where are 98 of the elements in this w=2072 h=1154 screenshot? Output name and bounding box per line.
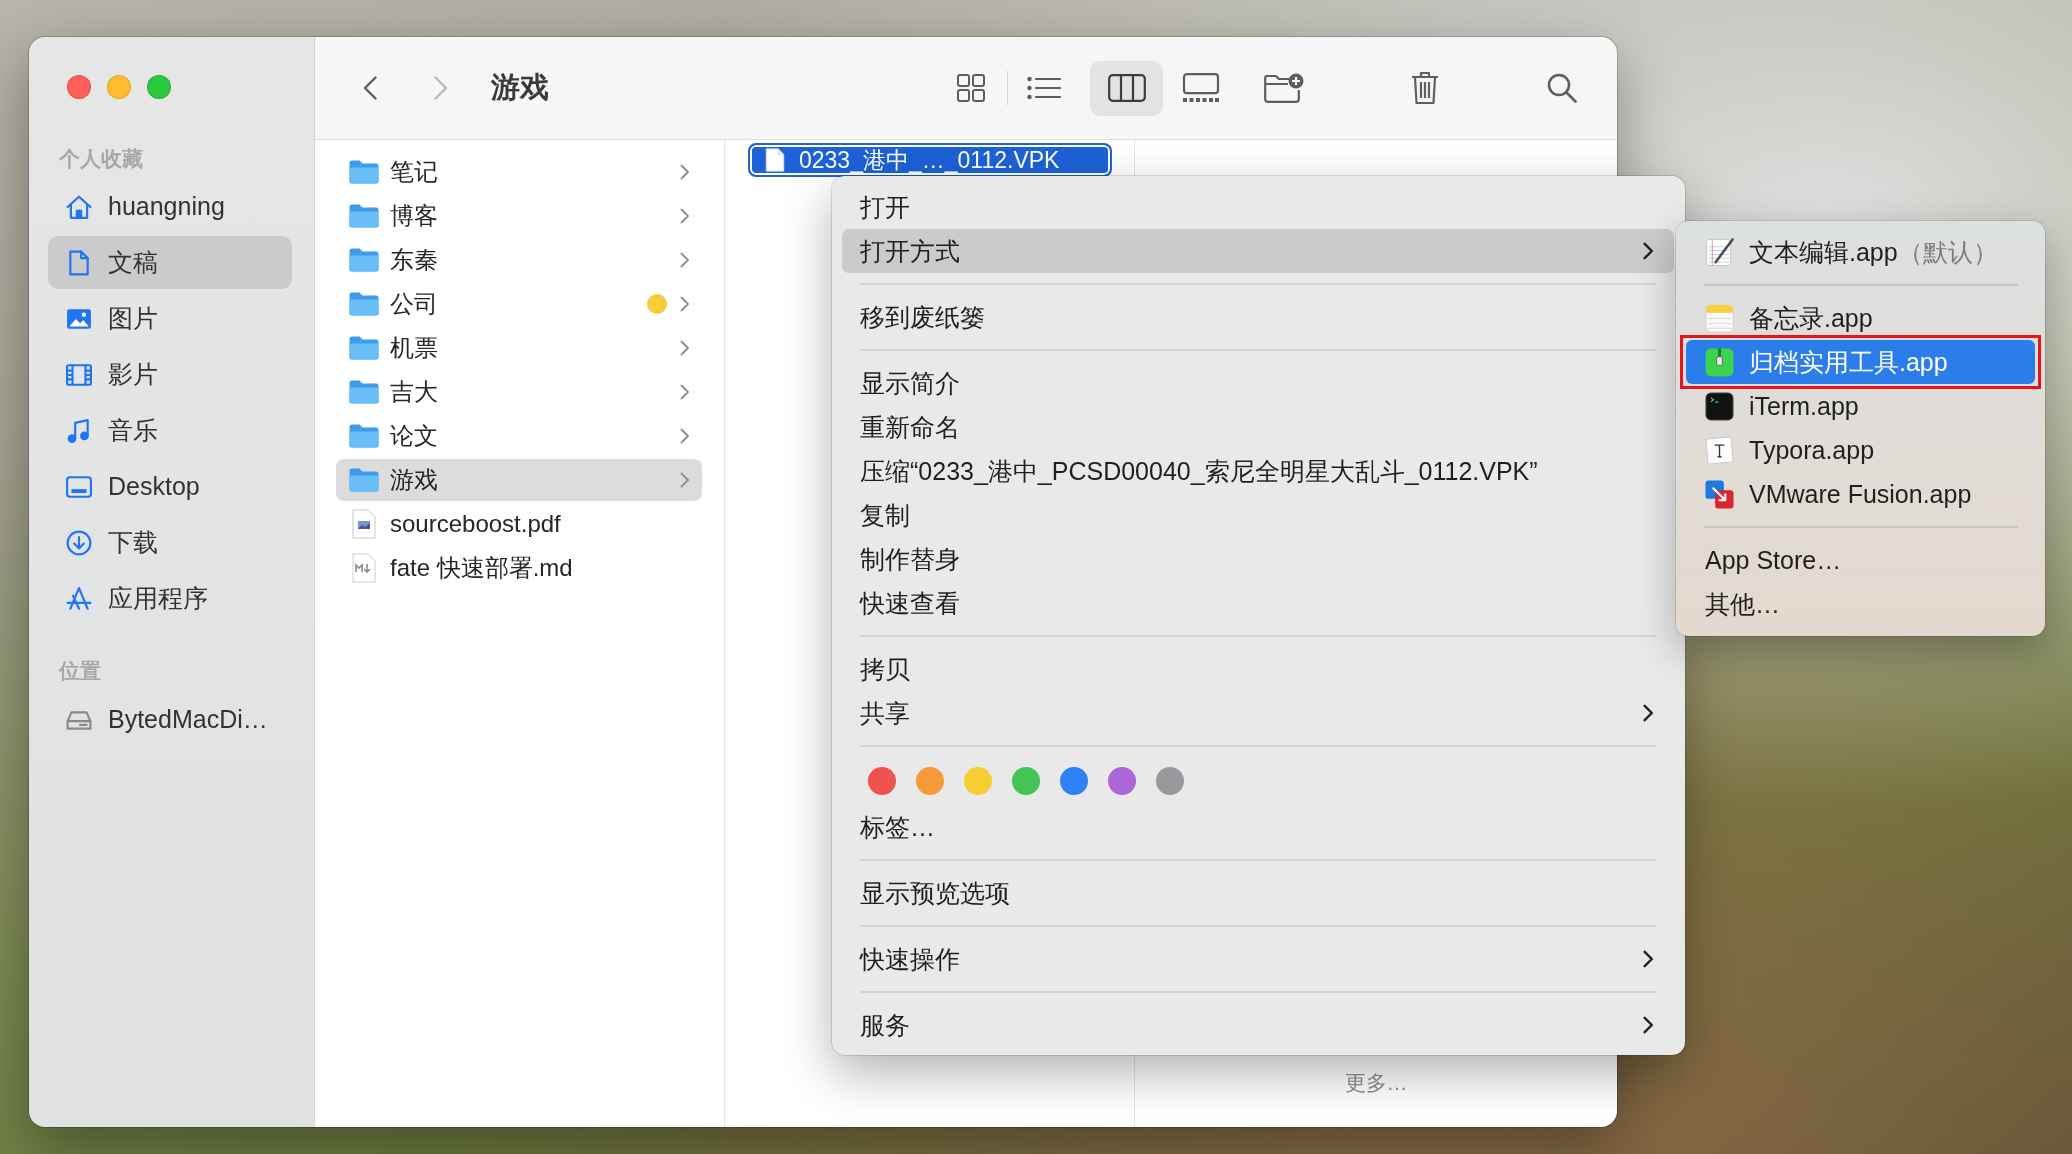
sidebar-item[interactable]: Desktop <box>48 460 292 513</box>
list-icon <box>1027 76 1061 100</box>
document-icon <box>765 148 785 172</box>
zoom-button[interactable] <box>147 75 171 99</box>
menu-item[interactable]: 显示简介 <box>842 361 1674 405</box>
chevron-right-icon <box>680 252 690 268</box>
menu-item[interactable]: 文本编辑.app（默认） <box>1686 230 2035 274</box>
tag-dot-icon[interactable] <box>1156 767 1184 795</box>
trash-icon <box>1411 71 1439 105</box>
music-note-icon <box>66 417 92 444</box>
folder-row[interactable]: 笔记 <box>336 151 702 193</box>
notepad-icon <box>1705 303 1734 333</box>
chevron-right-icon <box>680 428 690 444</box>
menu-item[interactable]: 归档实用工具.app <box>1686 340 2035 384</box>
sidebar-item[interactable]: 图片 <box>48 292 292 345</box>
grid-icon <box>957 74 985 102</box>
menu-item[interactable]: 重新命名 <box>842 405 1674 449</box>
tag-dot-icon[interactable] <box>1012 767 1040 795</box>
column-view-button[interactable] <box>1090 60 1163 116</box>
menu-item[interactable]: 制作替身 <box>842 537 1674 581</box>
chevron-right-icon <box>680 340 690 356</box>
terminal-icon <box>1705 391 1734 421</box>
folder-icon <box>349 204 379 228</box>
chevron-right-icon <box>680 296 690 312</box>
file-row[interactable]: fate 快速部署.md <box>336 547 702 589</box>
folder-row[interactable]: 吉大 <box>336 371 702 413</box>
file-row[interactable]: 0233_港中_…_0112.VPK <box>748 143 1112 177</box>
menu-item[interactable]: 服务 <box>842 1003 1674 1047</box>
menu-item[interactable]: 快速查看 <box>842 581 1674 625</box>
chevron-left-icon <box>363 76 377 100</box>
search-icon <box>1547 73 1577 103</box>
tag-dot-icon[interactable] <box>1108 767 1136 795</box>
download-icon <box>66 529 92 556</box>
menu-item[interactable]: VMware Fusion.app <box>1686 472 2035 516</box>
window-title: 游戏 <box>491 70 549 105</box>
folder-icon <box>349 160 379 184</box>
tag-dot-icon[interactable] <box>868 767 896 795</box>
sidebar-item[interactable]: 影片 <box>48 348 292 401</box>
zipper-icon <box>1705 347 1734 377</box>
menu-item[interactable]: 显示预览选项 <box>842 871 1674 915</box>
gallery-icon <box>1182 73 1220 103</box>
overlapping-squares-icon <box>1705 479 1734 509</box>
menu-item[interactable]: iTerm.app <box>1686 384 2035 428</box>
minimize-button[interactable] <box>107 75 131 99</box>
folder-icon <box>349 468 379 492</box>
menu-item[interactable]: Typora.app <box>1686 428 2035 472</box>
film-strip-icon <box>66 361 92 388</box>
chevron-right-icon <box>434 76 448 100</box>
t-tile-icon <box>1705 435 1734 465</box>
sidebar-item[interactable]: huangning <box>48 180 292 233</box>
sidebar-item[interactable]: BytedMacDi… <box>48 693 292 746</box>
tag-dot-icon[interactable] <box>916 767 944 795</box>
close-button[interactable] <box>67 75 91 99</box>
menu-item[interactable]: 复制 <box>842 493 1674 537</box>
folder-row[interactable]: 博客 <box>336 195 702 237</box>
document-icon <box>66 249 92 276</box>
folder-row[interactable]: 东秦 <box>336 239 702 281</box>
folder-icon <box>349 292 379 316</box>
menu-item[interactable]: 拷贝 <box>842 647 1674 691</box>
sidebar-heading: 位置 <box>59 658 102 684</box>
folder-row[interactable]: 公司 <box>336 283 702 325</box>
menu-item[interactable]: App Store… <box>1686 538 2035 582</box>
folder-row[interactable]: 游戏 <box>336 459 702 501</box>
folder-row[interactable]: 论文 <box>336 415 702 457</box>
applications-icon <box>66 585 92 612</box>
folder-icon <box>349 424 379 448</box>
notepad-pen-icon <box>1705 237 1734 267</box>
tag-dot-icon[interactable] <box>964 767 992 795</box>
menu-item[interactable]: 打开方式 <box>842 229 1674 273</box>
sidebar-item[interactable]: 下载 <box>48 516 292 569</box>
menu-item[interactable]: 备忘录.app <box>1686 296 2035 340</box>
folder-icon <box>349 336 379 360</box>
home-icon <box>66 193 92 220</box>
sidebar-heading: 个人收藏 <box>59 146 144 172</box>
tag-dot-icon[interactable] <box>1060 767 1088 795</box>
chevron-right-icon <box>680 472 690 488</box>
document-icon <box>352 509 376 539</box>
menu-item[interactable]: 打开 <box>842 185 1674 229</box>
columns-icon <box>1107 74 1146 102</box>
menu-item[interactable]: 压缩“0233_港中_PCSD00040_索尼全明星大乱斗_0112.VPK” <box>842 449 1674 493</box>
display-icon <box>66 473 92 500</box>
sidebar-item[interactable]: 文稿 <box>48 236 292 289</box>
sidebar-item[interactable]: 应用程序 <box>48 572 292 625</box>
menu-item[interactable]: 移到废纸篓 <box>842 295 1674 339</box>
folder-icon <box>349 380 379 404</box>
sidebar-item[interactable]: 音乐 <box>48 404 292 457</box>
folder-row[interactable]: 机票 <box>336 327 702 369</box>
chevron-right-icon <box>680 384 690 400</box>
chevron-right-icon <box>680 164 690 180</box>
menu-item[interactable]: 共享 <box>842 691 1674 735</box>
menu-item[interactable]: 标签… <box>842 805 1674 849</box>
folder-plus-icon <box>1264 73 1304 103</box>
chevron-right-icon <box>680 208 690 224</box>
menu-item[interactable]: 其他… <box>1686 582 2035 626</box>
file-row[interactable]: sourceboost.pdf <box>336 503 702 545</box>
menu-item[interactable]: 快速操作 <box>842 937 1674 981</box>
folder-icon <box>349 248 379 272</box>
document-icon <box>352 553 376 583</box>
